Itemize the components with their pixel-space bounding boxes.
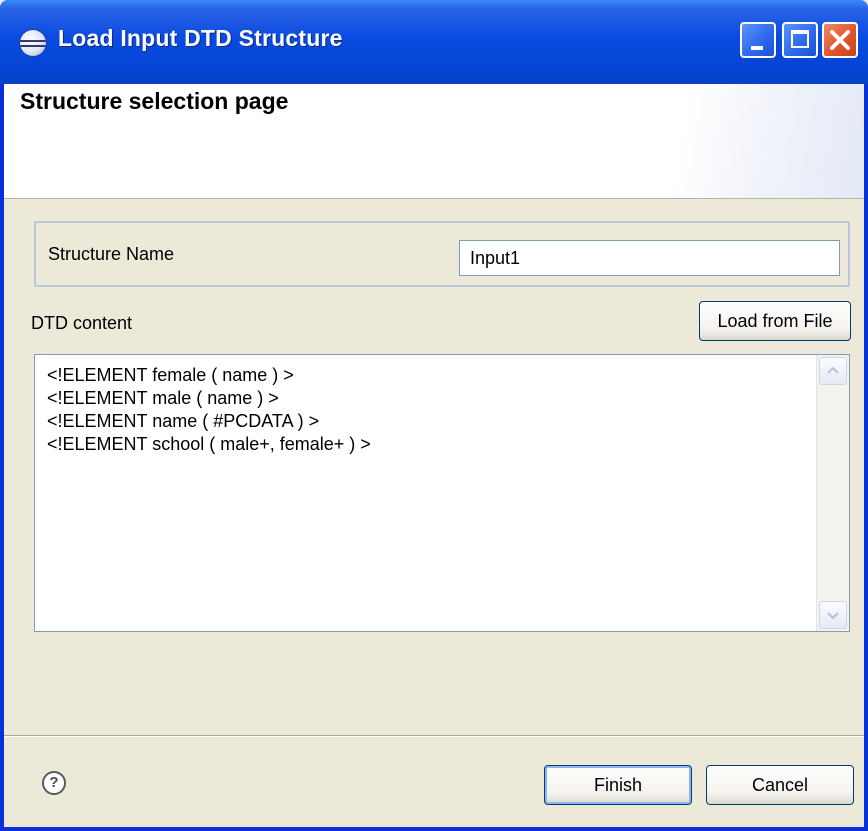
wizard-banner: Structure selection page xyxy=(4,84,864,199)
finish-button[interactable]: Finish xyxy=(544,765,692,805)
scroll-down-button[interactable] xyxy=(819,601,847,629)
vertical-scrollbar[interactable] xyxy=(816,355,849,631)
dtd-content-text: <!ELEMENT female ( name ) > <!ELEMENT ma… xyxy=(47,364,371,456)
structure-name-label: Structure Name xyxy=(48,244,175,264)
scroll-up-button[interactable] xyxy=(819,357,847,385)
dtd-line: <!ELEMENT male ( name ) > xyxy=(47,388,279,408)
load-from-file-button[interactable]: Load from File xyxy=(699,301,851,341)
cancel-button[interactable]: Cancel xyxy=(706,765,854,805)
chevron-up-icon xyxy=(827,366,839,374)
maximize-icon xyxy=(791,30,809,48)
window-frame-right xyxy=(864,84,868,831)
dtd-line: <!ELEMENT female ( name ) > xyxy=(47,365,294,385)
dtd-line: <!ELEMENT school ( male+, female+ ) > xyxy=(47,434,371,454)
close-button[interactable] xyxy=(822,22,858,58)
dtd-line: <!ELEMENT name ( #PCDATA ) > xyxy=(47,411,320,431)
maximize-button[interactable] xyxy=(782,22,818,58)
close-icon xyxy=(830,30,850,50)
eclipse-icon xyxy=(20,30,46,56)
title-bar[interactable]: Load Input DTD Structure xyxy=(0,0,868,84)
window-title: Load Input DTD Structure xyxy=(58,25,343,51)
structure-name-group: Structure Name xyxy=(34,221,850,287)
page-title: Structure selection page xyxy=(20,88,289,114)
footer-separator xyxy=(4,735,864,737)
chevron-down-icon xyxy=(827,612,839,620)
structure-name-input[interactable] xyxy=(459,240,840,276)
minimize-icon xyxy=(751,46,763,50)
window-frame-bottom xyxy=(0,827,868,831)
help-icon[interactable]: ? xyxy=(42,771,66,795)
dtd-content-textarea[interactable]: <!ELEMENT female ( name ) > <!ELEMENT ma… xyxy=(34,354,850,632)
dtd-content-label: DTD content xyxy=(31,313,133,333)
minimize-button[interactable] xyxy=(740,22,776,58)
dialog-window: Load Input DTD Structure Structure selec… xyxy=(0,0,868,831)
dialog-body: Structure selection page Structure Name … xyxy=(4,84,864,827)
